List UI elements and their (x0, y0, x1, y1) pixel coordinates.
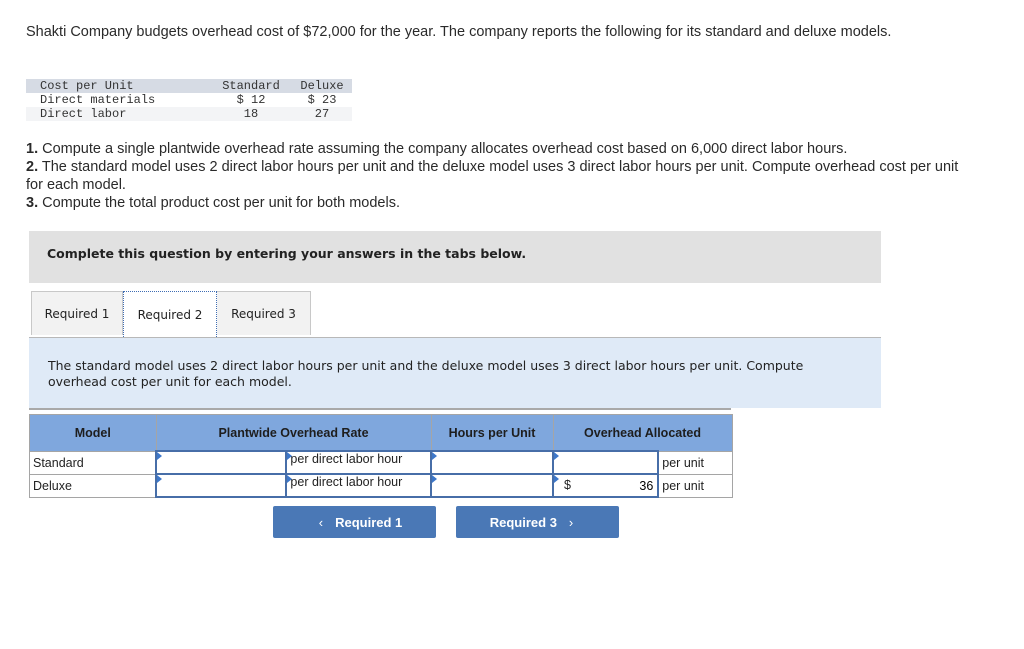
deluxe-hours-input[interactable] (432, 475, 552, 496)
requirement-number: 3. (26, 195, 39, 211)
requirement-tabs: Required 1 Required 2 Required 3 (31, 291, 311, 339)
rate-unit-cell: per direct labor hour (285, 473, 432, 498)
requirement-text: The standard model uses 2 direct labor h… (26, 159, 959, 193)
rate-unit-label: per direct labor hour (290, 452, 403, 466)
deluxe-rate-input[interactable] (157, 475, 286, 496)
cost-standard-value: $ 12 (210, 93, 292, 107)
header-plantwide-rate: Plantwide Overhead Rate (155, 414, 432, 452)
allocated-cell: $ (551, 473, 660, 498)
tab-required-1[interactable]: Required 1 (31, 291, 123, 335)
input-flag-icon (287, 452, 293, 460)
prompt-divider (29, 408, 731, 410)
requirement-text: Compute a single plantwide overhead rate… (38, 141, 848, 157)
cost-row-label: Direct materials (26, 93, 210, 107)
chevron-left-icon: ‹ (318, 514, 324, 530)
cost-header-label: Cost per Unit (26, 79, 210, 93)
tab-required-3[interactable]: Required 3 (217, 291, 311, 335)
hours-cell (430, 473, 554, 498)
standard-hours-input[interactable] (432, 452, 552, 473)
requirement-1: 1. Compute a single plantwide overhead r… (26, 140, 966, 158)
cost-row-label: Direct labor (26, 107, 210, 121)
cost-per-unit-table: Cost per Unit Standard Deluxe Direct mat… (26, 79, 352, 121)
cost-deluxe-value: $ 23 (292, 93, 352, 107)
problem-intro: Shakti Company budgets overhead cost of … (26, 24, 892, 40)
standard-allocated-input[interactable] (554, 452, 658, 473)
instruction-text: Complete this question by entering your … (47, 246, 527, 261)
rate-cell (154, 450, 288, 475)
requirements-list: 1. Compute a single plantwide overhead r… (26, 140, 966, 212)
answer-table: Model Plantwide Overhead Rate Hours per … (29, 414, 733, 498)
input-flag-icon (432, 475, 437, 483)
header-model: Model (29, 414, 157, 452)
prev-required-button[interactable]: ‹ Required 1 (273, 506, 436, 538)
requirement-2: 2. The standard model uses 2 direct labo… (26, 158, 966, 194)
requirement-3: 3. Compute the total product cost per un… (26, 194, 966, 212)
input-flag-icon (432, 452, 437, 460)
tab-required-2[interactable]: Required 2 (123, 291, 217, 339)
prev-button-label: Required 1 (335, 514, 403, 530)
cost-standard-value: 18 (210, 107, 292, 121)
standard-rate-input[interactable] (157, 452, 286, 473)
requirement-number: 2. (26, 159, 39, 175)
cost-row-direct-materials: Direct materials $ 12 $ 23 (26, 93, 352, 107)
cost-deluxe-value: 27 (292, 107, 352, 121)
model-name: Standard (29, 450, 157, 475)
table-row-standard: Standard per direct labor hour per unit (29, 450, 733, 475)
table-row-deluxe: Deluxe per direct labor hour $ per unit (29, 473, 733, 498)
alloc-unit-cell: per unit (657, 473, 733, 498)
input-flag-icon (554, 475, 559, 483)
alloc-unit-label: per unit (662, 455, 704, 470)
model-name: Deluxe (29, 473, 157, 498)
cost-table-header: Cost per Unit Standard Deluxe (26, 79, 352, 93)
answer-table-header: Model Plantwide Overhead Rate Hours per … (29, 414, 733, 452)
input-flag-icon (157, 452, 162, 460)
currency-symbol: $ (564, 478, 571, 492)
cost-row-direct-labor: Direct labor 18 27 (26, 107, 352, 121)
next-button-label: Required 3 (489, 514, 557, 530)
requirement-text: Compute the total product cost per unit … (38, 195, 400, 211)
input-flag-icon (554, 452, 559, 460)
next-required-button[interactable]: Required 3 › (456, 506, 619, 538)
header-overhead-allocated: Overhead Allocated (552, 414, 733, 452)
cost-header-deluxe: Deluxe (292, 79, 352, 93)
rate-unit-label: per direct labor hour (290, 475, 403, 489)
cost-header-standard: Standard (210, 79, 292, 93)
tab-prompt: The standard model uses 2 direct labor h… (29, 338, 881, 408)
allocated-cell (551, 450, 660, 475)
chevron-right-icon: › (568, 514, 574, 530)
prompt-text: The standard model uses 2 direct labor h… (48, 358, 804, 389)
rate-cell (154, 473, 288, 498)
requirement-number: 1. (26, 141, 39, 157)
hours-cell (430, 450, 554, 475)
input-flag-icon (287, 475, 293, 483)
input-flag-icon (157, 475, 162, 483)
alloc-unit-label: per unit (662, 478, 704, 493)
instruction-banner: Complete this question by entering your … (29, 231, 881, 283)
alloc-unit-cell: per unit (657, 450, 733, 475)
header-hours-per-unit: Hours per Unit (430, 414, 554, 452)
rate-unit-cell: per direct labor hour (285, 450, 432, 475)
